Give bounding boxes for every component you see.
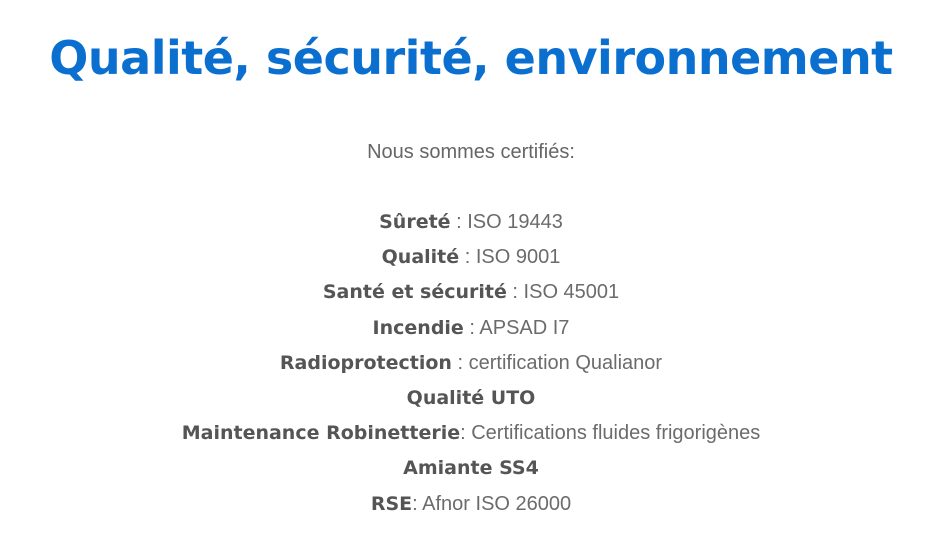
certification-name: Santé et sécurité <box>322 281 507 304</box>
certification-item-radioprotection: Radioprotection : certification Qualiano… <box>0 346 942 381</box>
certification-item-rse: RSE: Afnor ISO 26000 <box>0 487 942 522</box>
certification-list: Sûreté : ISO 19443 Qualité : ISO 9001 Sa… <box>0 205 942 522</box>
certification-detail: : Certifications fluides frigorigènes <box>460 422 761 445</box>
certification-item-amiante-ss4: Amiante SS4 <box>0 451 942 486</box>
certification-detail: : ISO 9001 <box>459 246 561 269</box>
certification-detail: : ISO 45001 <box>506 281 620 304</box>
certification-item-qualite-uto: Qualité UTO <box>0 381 942 416</box>
certification-item-incendie: Incendie : APSAD I7 <box>0 311 942 346</box>
certification-item-surete: Sûreté : ISO 19443 <box>0 205 942 240</box>
certification-name: RSE <box>370 492 413 515</box>
certification-name: Sûreté <box>379 211 451 233</box>
certification-detail: : certification Qualianor <box>451 351 663 374</box>
certification-item-qualite: Qualité : ISO 9001 <box>0 240 942 275</box>
certification-name: Maintenance Robinetterie <box>181 422 461 445</box>
page-title: Qualité, sécurité, environnement <box>49 31 893 85</box>
certification-name: Qualité UTO <box>406 387 536 410</box>
certification-detail: : APSAD I7 <box>463 316 570 339</box>
certification-name: Radioprotection <box>279 351 452 374</box>
certification-name: Amiante SS4 <box>403 457 539 480</box>
intro-text: Nous sommes certifiés: <box>367 141 575 163</box>
certification-detail: : ISO 19443 <box>450 211 563 233</box>
certification-name: Qualité <box>381 246 460 269</box>
certification-item-maintenance-robinetterie: Maintenance Robinetterie: Certifications… <box>0 416 942 451</box>
certification-name: Incendie <box>372 316 464 339</box>
certification-detail: : Afnor ISO 26000 <box>412 492 572 515</box>
certification-item-sante-securite: Santé et sécurité : ISO 45001 <box>0 275 942 310</box>
